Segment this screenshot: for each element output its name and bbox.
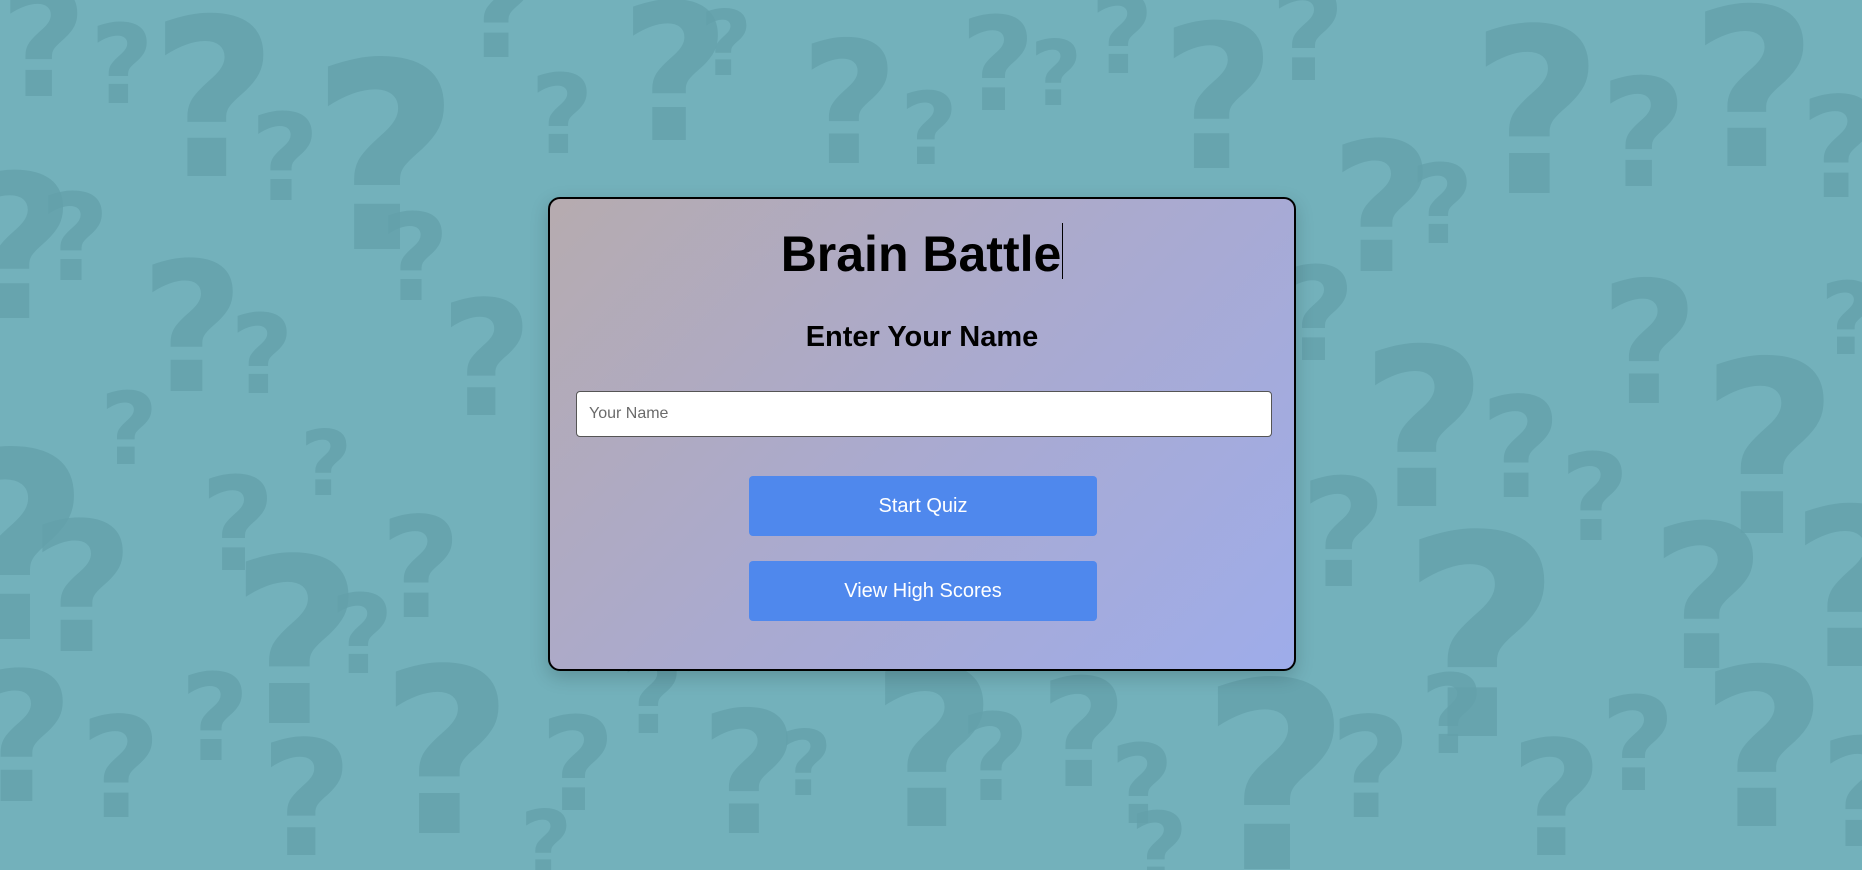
- question-mark-icon: ?: [530, 51, 594, 179]
- question-mark-icon: ?: [520, 792, 573, 870]
- question-mark-icon: ?: [1600, 48, 1688, 222]
- question-mark-icon: ?: [1420, 651, 1484, 779]
- question-mark-icon: ?: [1600, 246, 1699, 444]
- question-mark-icon: ?: [700, 0, 753, 97]
- start-quiz-button[interactable]: Start Quiz: [749, 476, 1097, 536]
- question-mark-icon: ?: [1820, 720, 1862, 870]
- question-mark-icon: ?: [80, 688, 162, 851]
- question-mark-icon: ?: [0, 650, 74, 830]
- question-mark-icon: ?: [1270, 0, 1346, 111]
- name-prompt-heading: Enter Your Name: [805, 321, 1039, 353]
- question-mark-icon: ?: [300, 412, 353, 517]
- question-mark-icon: ?: [230, 291, 294, 419]
- question-mark-icon: ?: [1090, 0, 1154, 99]
- question-mark-icon: ?: [1160, 0, 1277, 216]
- question-mark-icon: ?: [380, 621, 514, 870]
- question-mark-icon: ?: [180, 650, 250, 789]
- page-title: Brain Battle: [550, 223, 1294, 284]
- question-mark-icon: ?: [1130, 791, 1189, 870]
- question-mark-icon: ?: [90, 1, 154, 129]
- question-mark-icon: ?: [780, 712, 833, 817]
- question-mark-icon: ?: [800, 6, 899, 204]
- question-mark-icon: ?: [1690, 0, 1818, 218]
- question-mark-icon: ?: [960, 0, 1036, 141]
- question-mark-icon: ?: [1510, 706, 1603, 870]
- name-input[interactable]: [576, 391, 1272, 437]
- question-mark-icon: ?: [1600, 669, 1676, 821]
- question-mark-icon: ?: [960, 690, 1030, 829]
- question-mark-icon: ?: [1560, 430, 1630, 569]
- question-mark-icon: ?: [1300, 448, 1388, 622]
- text-cursor: [1062, 223, 1064, 279]
- question-mark-icon: ?: [40, 170, 110, 309]
- question-mark-icon: ?: [1700, 622, 1828, 870]
- question-mark-icon: ?: [1410, 141, 1474, 269]
- view-high-scores-button[interactable]: View High Scores: [749, 561, 1097, 621]
- question-mark-icon: ?: [900, 71, 959, 188]
- question-mark-icon: ?: [1200, 629, 1351, 870]
- question-mark-icon: ?: [1330, 688, 1412, 851]
- question-mark-icon: ?: [1820, 270, 1862, 370]
- question-mark-icon: ?: [1470, 0, 1604, 248]
- question-mark-icon: ?: [260, 706, 353, 870]
- question-mark-icon: ?: [0, 0, 88, 132]
- question-mark-icon: ?: [1030, 22, 1083, 127]
- question-mark-icon: ?: [100, 371, 159, 488]
- question-mark-icon: ?: [1800, 80, 1862, 220]
- login-card: Brain Battle Enter Your Name Start Quiz …: [548, 197, 1296, 671]
- page-title-text: Brain Battle: [780, 226, 1062, 282]
- question-mark-icon: ?: [440, 266, 533, 453]
